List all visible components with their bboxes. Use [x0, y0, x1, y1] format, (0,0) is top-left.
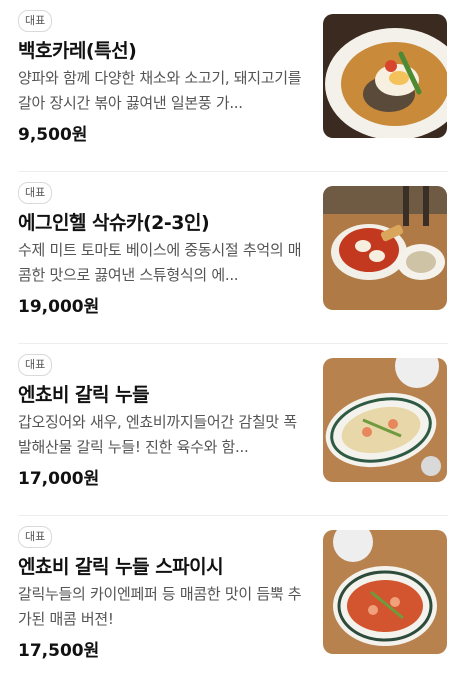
representative-badge: 대표	[18, 526, 53, 548]
menu-item[interactable]: 대표 백호카레(특선) 양파와 함께 다양한 채소와 소고기, 돼지고기를 갈아…	[0, 0, 466, 172]
representative-badge: 대표	[18, 354, 53, 376]
menu-item-price: 19,000원	[18, 297, 100, 317]
representative-badge: 대표	[18, 182, 53, 204]
menu-item-name: 에그인헬 삭슈카(2-3인)	[18, 212, 210, 234]
menu-item-price: 17,500원	[18, 641, 100, 661]
menu-item[interactable]: 대표 에그인헬 삭슈카(2-3인) 수제 미트 토마토 베이스에 중동시절 추억…	[0, 172, 466, 344]
representative-badge: 대표	[18, 10, 53, 32]
menu-item-name: 엔쵸비 갈릭 누들	[18, 384, 150, 406]
menu-item-name: 엔쵸비 갈릭 누들 스파이시	[18, 556, 224, 578]
menu-item-price: 9,500원	[18, 125, 88, 145]
menu-item-price: 17,000원	[18, 469, 100, 489]
menu-list: 대표 백호카레(특선) 양파와 함께 다양한 채소와 소고기, 돼지고기를 갈아…	[0, 0, 466, 684]
menu-item-name: 백호카레(특선)	[18, 40, 137, 62]
shakshuka-photo[interactable]	[323, 186, 447, 310]
anchovy-garlic-noodle-photo[interactable]	[323, 358, 447, 482]
curry-photo[interactable]	[323, 14, 447, 138]
menu-item[interactable]: 대표 엔쵸비 갈릭 누들 갑오징어와 새우, 엔쵸비까지들어간 감칠맛 폭발해산…	[0, 344, 466, 516]
menu-item-description: 수제 미트 토마토 베이스에 중동시절 추억의 매콤한 맛으로 끓여낸 스튜형식…	[18, 241, 302, 284]
menu-item[interactable]: 대표 엔쵸비 갈릭 누들 스파이시 갈릭누들의 카이엔페퍼 등 매콤한 맛이 듬…	[0, 516, 466, 688]
menu-item-description: 갑오징어와 새우, 엔쵸비까지들어간 감칠맛 폭발해산물 갈릭 누들! 진한 육…	[18, 413, 297, 456]
spicy-anchovy-noodle-photo[interactable]	[323, 530, 447, 654]
menu-item-description: 갈릭누들의 카이엔페퍼 등 매콤한 맛이 듬뿍 추가된 매콤 버젼!	[18, 585, 302, 628]
menu-item-description: 양파와 함께 다양한 채소와 소고기, 돼지고기를 갈아 장시간 볶아 끓여낸 …	[18, 69, 302, 112]
